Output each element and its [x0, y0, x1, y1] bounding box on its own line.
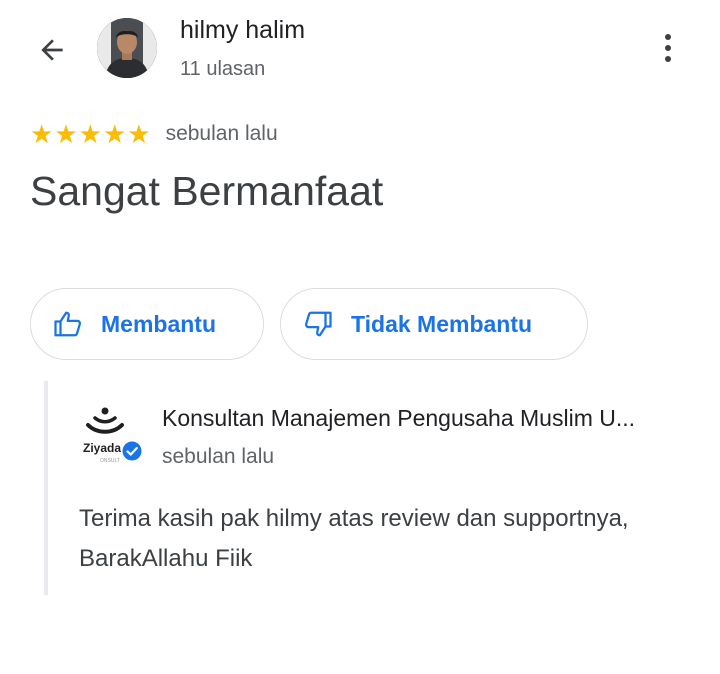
review-text: Sangat Bermanfaat	[30, 168, 384, 214]
owner-logo: Ziyada ONSULT	[82, 401, 148, 467]
owner-name[interactable]: Konsultan Manajemen Pengusaha Muslim U..…	[162, 405, 712, 432]
more-options-button[interactable]	[650, 28, 686, 68]
helpful-button[interactable]: Membantu	[30, 288, 264, 360]
owner-response-text: Terima kasih pak hilmy atas review dan s…	[79, 505, 629, 572]
star-icon: ★	[54, 119, 78, 149]
owner-response-date: sebulan lalu	[162, 445, 275, 468]
arrow-back-icon	[41, 39, 63, 61]
star-icon: ★	[78, 119, 102, 149]
reviewer-review-count: 11 ulasan	[180, 58, 266, 80]
star-icon: ★	[102, 119, 127, 149]
reviewer-name[interactable]: hilmy halim	[180, 16, 305, 45]
owner-response: Ziyada ONSULT Konsultan Manajemen Pengus…	[44, 381, 720, 595]
reply-divider	[44, 381, 48, 595]
thumb-down-icon	[303, 308, 335, 340]
star-icon: ★	[30, 119, 54, 149]
star-rating: ★ ★ ★ ★ ★	[30, 121, 151, 147]
reviewer-photo	[97, 18, 157, 78]
avatar[interactable]	[97, 18, 157, 78]
review-detail-screen: hilmy halim 11 ulasan ★ ★ ★ ★ ★ sebulan …	[0, 0, 720, 674]
not-helpful-button[interactable]: Tidak Membantu	[280, 288, 588, 360]
not-helpful-label: Tidak Membantu	[351, 310, 533, 337]
more-vert-icon	[665, 34, 671, 40]
review-date: sebulan lalu	[165, 122, 278, 145]
rating-row: ★ ★ ★ ★ ★ sebulan lalu	[30, 121, 278, 147]
svg-text:Ziyada: Ziyada	[83, 441, 121, 455]
svg-text:ONSULT: ONSULT	[100, 458, 120, 464]
back-button[interactable]	[30, 28, 74, 72]
thumb-up-icon	[53, 308, 85, 340]
star-icon: ★	[127, 119, 151, 149]
helpful-label: Membantu	[101, 310, 216, 337]
